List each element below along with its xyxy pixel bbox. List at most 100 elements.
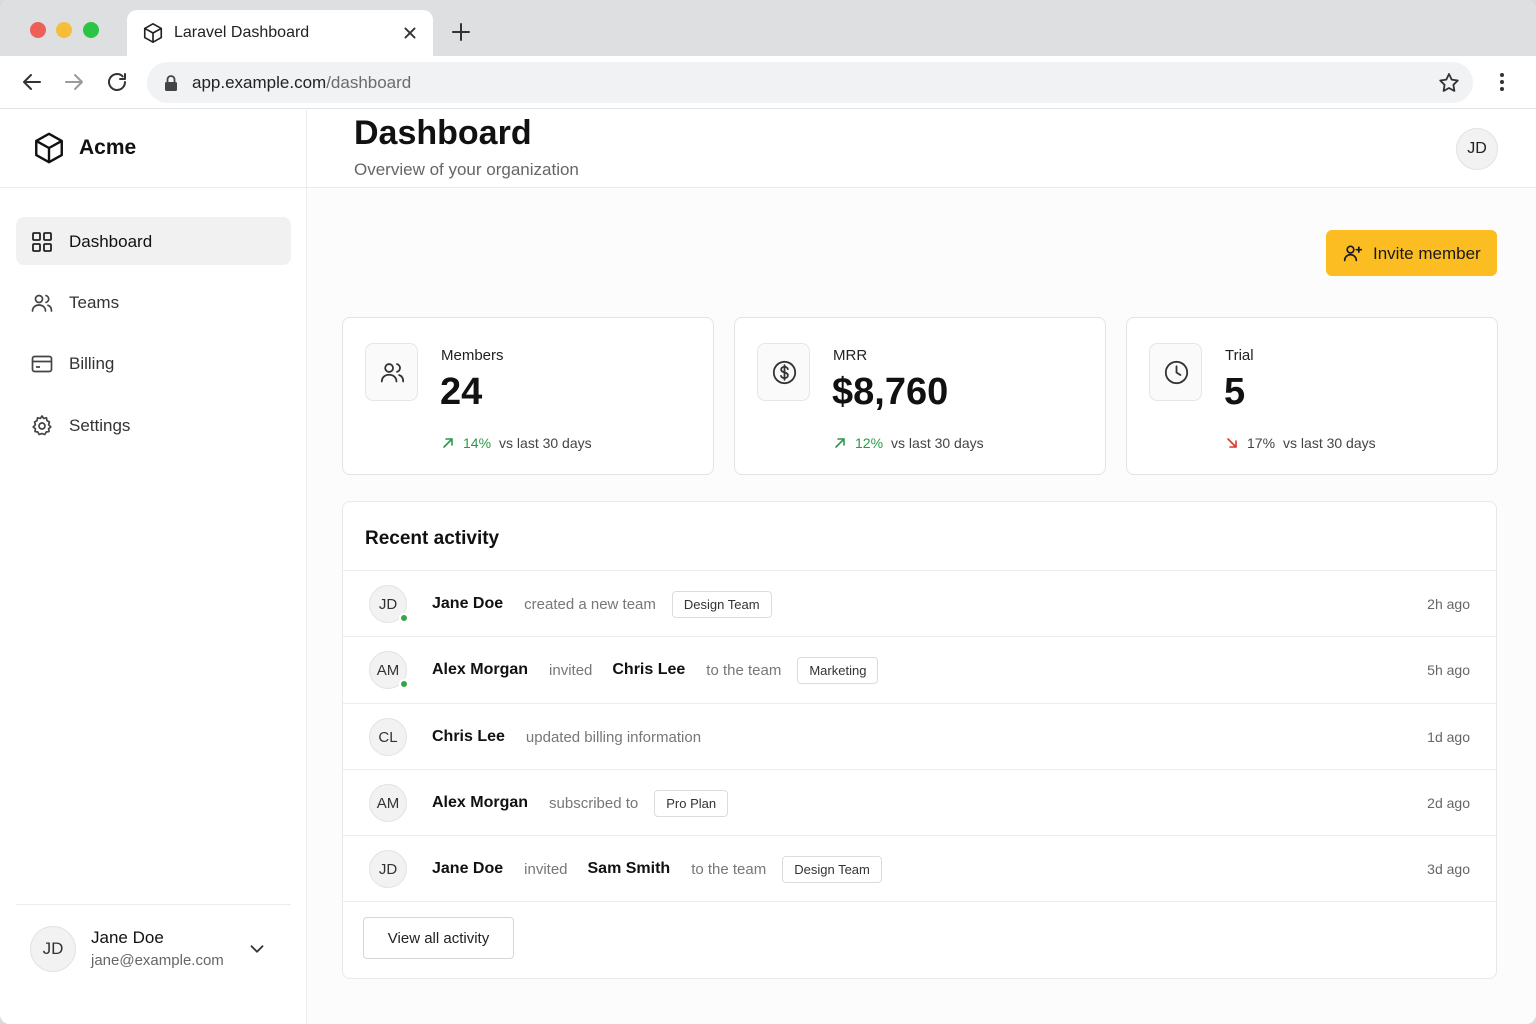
stat-trend-text: vs last 30 days	[1283, 435, 1376, 451]
user-plus-icon	[1343, 245, 1363, 262]
stat-label: Trial	[1225, 347, 1254, 364]
tab-strip: Laravel Dashboard	[0, 0, 1536, 56]
actor-name[interactable]: Alex Morgan	[432, 661, 528, 679]
activity-row: JD Jane Doe invited Sam Smith to the tea…	[343, 835, 1496, 901]
sidebar-item-label: Billing	[69, 354, 115, 373]
target-name[interactable]: Chris Lee	[612, 661, 685, 679]
browser-tab[interactable]: Laravel Dashboard	[127, 10, 433, 56]
tag-chip[interactable]: Pro Plan	[654, 789, 729, 817]
maximize-window-button[interactable]	[83, 22, 99, 38]
clock-icon	[1164, 360, 1189, 385]
url-path: /dashboard	[326, 73, 412, 92]
view-all-activity-button[interactable]: View all activity	[363, 917, 514, 959]
stat-percent: 17%	[1247, 435, 1276, 451]
tab-title: Laravel Dashboard	[174, 24, 310, 41]
brand[interactable]: Acme	[0, 110, 306, 188]
sidebar-item-billing[interactable]: Billing	[16, 339, 291, 387]
dollar-icon	[772, 360, 797, 385]
tag-chip[interactable]: Design Team	[782, 855, 882, 883]
activity-row: JD Jane Doe created a new team Design Te…	[343, 570, 1496, 636]
activity-text: Jane Doe created a new team Design Team	[432, 571, 772, 637]
activity-row: AM Alex Morgan subscribed to Pro Plan 2d…	[343, 769, 1496, 835]
page-subtitle: Overview of your organization	[354, 160, 579, 179]
trend-up-icon	[835, 438, 845, 448]
invite-member-button[interactable]: Invite member	[1326, 230, 1497, 276]
actor-name[interactable]: Jane Doe	[432, 860, 503, 878]
sidebar-item-teams[interactable]: Teams	[16, 278, 291, 326]
brand-name: Acme	[79, 136, 137, 159]
users-icon	[31, 294, 53, 312]
stat-label: Members	[441, 347, 504, 364]
stat-trend: 12% vs last 30 days	[833, 435, 984, 451]
stat-value: 5	[1224, 371, 1246, 413]
stat-percent: 12%	[855, 435, 884, 451]
tag-chip[interactable]: Marketing	[797, 656, 879, 684]
timestamp: 2h ago	[1427, 596, 1470, 612]
more-vertical-icon[interactable]	[1490, 70, 1514, 94]
new-tab-icon[interactable]	[449, 20, 473, 44]
stat-trend: 14% vs last 30 days	[441, 435, 592, 451]
stat-icon-box	[757, 343, 810, 401]
sidebar-item-label: Dashboard	[69, 232, 153, 251]
user-name: Jane Doe	[91, 928, 164, 947]
sidebar-item-label: Settings	[69, 416, 131, 435]
actor-name[interactable]: Alex Morgan	[432, 794, 528, 812]
avatar[interactable]: JD	[1456, 128, 1498, 170]
timestamp: 3d ago	[1427, 861, 1470, 877]
minimize-window-button[interactable]	[56, 22, 72, 38]
close-icon[interactable]	[399, 22, 421, 44]
url-host: app.example.com	[192, 73, 327, 92]
sidebar-item-label: Teams	[69, 293, 120, 312]
action-text: created a new team	[524, 595, 656, 613]
actor-name[interactable]: Chris Lee	[432, 728, 505, 746]
stat-card-trial: Trial 5 17% vs last 30 days	[1126, 317, 1498, 475]
grid-icon	[32, 232, 52, 252]
avatar: CL	[369, 718, 407, 756]
activity-title: Recent activity	[365, 528, 500, 549]
suffix-text: to the team	[691, 860, 767, 878]
tag-chip[interactable]: Design Team	[671, 590, 772, 618]
online-status-dot	[399, 679, 409, 689]
sidebar-item-settings[interactable]: Settings	[16, 401, 291, 449]
activity-text: Jane Doe invited Sam Smith to the team D…	[432, 836, 882, 902]
stat-value: 24	[440, 371, 483, 413]
sidebar-item-dashboard[interactable]: Dashboard	[16, 217, 291, 265]
sidebar-divider	[16, 904, 291, 905]
stat-value: $8,760	[832, 371, 949, 413]
address-bar[interactable]: app.example.com/dashboard	[147, 62, 1473, 103]
stat-trend: 17% vs last 30 days	[1225, 435, 1376, 451]
stat-card-members: Members 24 14% vs last 30 days	[342, 317, 714, 475]
avatar: JD	[369, 850, 407, 888]
lock-icon	[165, 75, 177, 91]
action-text: updated billing information	[525, 728, 702, 746]
actor-name[interactable]: Jane Doe	[432, 595, 503, 613]
browser-toolbar: app.example.com/dashboard	[0, 56, 1536, 109]
suffix-text: to the team	[706, 661, 782, 679]
cube-icon	[143, 23, 163, 43]
target-name[interactable]: Sam Smith	[588, 860, 671, 878]
bookmark-star-icon[interactable]	[1437, 71, 1461, 95]
page-title: Dashboard	[354, 114, 532, 152]
action-text: invited	[524, 860, 568, 878]
activity-row: AM Alex Morgan invited Chris Lee to the …	[343, 636, 1496, 702]
stat-icon-box	[365, 343, 418, 401]
chevron-down-icon[interactable]	[246, 938, 268, 960]
stat-trend-text: vs last 30 days	[499, 435, 592, 451]
activity-text: Alex Morgan invited Chris Lee to the tea…	[432, 637, 879, 703]
user-menu[interactable]: JD Jane Doe jane@example.com	[16, 920, 291, 980]
back-arrow-icon[interactable]	[20, 70, 44, 94]
reload-icon[interactable]	[105, 70, 129, 94]
activity-text: Alex Morgan subscribed to Pro Plan	[432, 770, 729, 836]
users-icon	[380, 363, 405, 383]
stat-trend-text: vs last 30 days	[891, 435, 984, 451]
recent-activity-card: Recent activity JD Jane Doe created a ne…	[342, 501, 1497, 979]
cube-logo-icon	[35, 132, 63, 164]
forward-arrow-icon[interactable]	[62, 70, 86, 94]
user-email: jane@example.com	[91, 952, 224, 969]
url-text: app.example.com/dashboard	[192, 73, 411, 93]
sidebar: Acme Dashboard Teams Billing Settings JD	[0, 110, 307, 1024]
timestamp: 1d ago	[1427, 729, 1470, 745]
close-window-button[interactable]	[30, 22, 46, 38]
timestamp: 2d ago	[1427, 795, 1470, 811]
activity-row: CL Chris Lee updated billing information…	[343, 703, 1496, 769]
